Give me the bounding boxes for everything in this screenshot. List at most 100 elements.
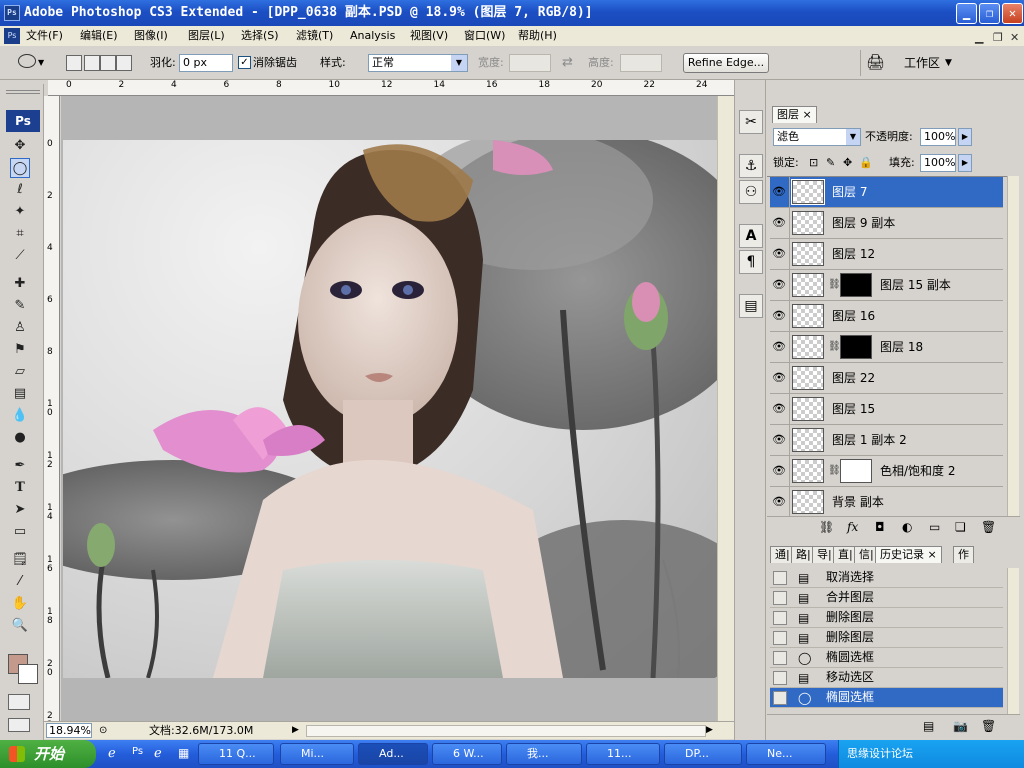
- crop-tool-icon[interactable]: ⌗: [10, 224, 30, 244]
- menu-image[interactable]: 图像(I): [134, 26, 168, 46]
- layer-thumbnail[interactable]: [792, 242, 824, 266]
- gradient-tool-icon[interactable]: ▤: [10, 384, 30, 404]
- layer-thumbnail[interactable]: [792, 335, 824, 359]
- document-icon[interactable]: Ps: [4, 28, 20, 44]
- eye-icon[interactable]: 👁: [772, 341, 786, 353]
- add-selection-icon[interactable]: [84, 55, 100, 71]
- history-source-checkbox[interactable]: [773, 691, 787, 705]
- lasso-tool-icon[interactable]: ℓ: [10, 180, 30, 200]
- history-source-checkbox[interactable]: [773, 651, 787, 665]
- brushes-icon[interactable]: ⚓: [739, 154, 763, 178]
- blend-mode-select[interactable]: 滤色 ▼: [773, 128, 861, 146]
- layer-thumbnail[interactable]: [792, 273, 824, 297]
- eye-icon[interactable]: 👁: [772, 279, 786, 291]
- eraser-tool-icon[interactable]: ▱: [10, 362, 30, 382]
- layer-row[interactable]: 👁 ⛓ 色相/饱和度 2: [770, 456, 1003, 487]
- hand-tool-icon[interactable]: ✋: [10, 594, 30, 614]
- layer-thumbnail[interactable]: [792, 304, 824, 328]
- layer-thumbnail[interactable]: [791, 179, 825, 205]
- opacity-slider-icon[interactable]: ▶: [958, 128, 972, 146]
- layer-thumbnail[interactable]: [792, 428, 824, 452]
- doc-minimize-button[interactable]: ▁: [975, 28, 983, 48]
- quicklaunch-browser-icon[interactable]: ℯ: [154, 746, 162, 761]
- history-state[interactable]: ▤ 删除图层: [770, 628, 1003, 648]
- workspace-menu[interactable]: 工作区: [904, 54, 940, 72]
- menu-window[interactable]: 窗口(W): [464, 26, 505, 46]
- paragraph-panel-icon[interactable]: ¶: [739, 250, 763, 274]
- eyedropper-icon[interactable]: ⁄: [10, 572, 30, 592]
- link-layers-icon[interactable]: ⛓: [819, 517, 834, 537]
- new-document-from-state-icon[interactable]: ▤: [923, 715, 934, 737]
- clone-stamp-icon[interactable]: ♙: [10, 318, 30, 338]
- horizontal-scrollbar[interactable]: [306, 725, 706, 737]
- eye-icon[interactable]: 👁: [772, 496, 786, 508]
- menu-edit[interactable]: 编辑(E): [80, 26, 118, 46]
- scroll-right-icon[interactable]: ▶: [706, 722, 713, 739]
- history-source-checkbox[interactable]: [773, 631, 787, 645]
- layer-style-icon[interactable]: fx: [847, 517, 858, 537]
- intersect-selection-icon[interactable]: [116, 55, 132, 71]
- screen-mode-icon[interactable]: [8, 718, 30, 732]
- layer-mask-thumbnail[interactable]: [840, 273, 872, 297]
- taskbar-button[interactable]: 6 W...: [432, 743, 502, 765]
- layer-mask-thumbnail[interactable]: [840, 459, 872, 483]
- document-image[interactable]: [63, 140, 717, 678]
- canvas-vertical-scrollbar[interactable]: [717, 96, 734, 721]
- width-input[interactable]: [509, 54, 551, 72]
- fill-input[interactable]: 100%: [920, 154, 956, 172]
- taskbar-button[interactable]: Ne...: [746, 743, 826, 765]
- layers-scrollbar[interactable]: [1007, 176, 1019, 516]
- pen-tool-icon[interactable]: ✒: [10, 456, 30, 476]
- tab-历史记录[interactable]: 历史记录 ×: [875, 546, 942, 563]
- healing-brush-icon[interactable]: ✚: [10, 274, 30, 294]
- taskbar-button[interactable]: 11...: [586, 743, 660, 765]
- snapshot-icon[interactable]: 📷: [953, 715, 968, 737]
- opacity-input[interactable]: 100%: [920, 128, 956, 146]
- layer-thumbnail[interactable]: [792, 459, 824, 483]
- swap-icon[interactable]: ⇄: [562, 55, 573, 70]
- eye-icon[interactable]: 👁: [772, 372, 786, 384]
- layer-row[interactable]: 👁 图层 1 副本 2: [770, 425, 1003, 456]
- antialias-checkbox[interactable]: ✓: [238, 56, 251, 69]
- file-browser-icon[interactable]: 🖨: [866, 53, 885, 71]
- tool-presets-icon[interactable]: ✂: [739, 110, 763, 134]
- brush-tool-icon[interactable]: ✎: [10, 296, 30, 316]
- zoom-field[interactable]: 18.94%: [46, 723, 92, 738]
- tab-layers[interactable]: 图层 ×: [772, 106, 817, 123]
- link-icon[interactable]: ⛓: [828, 279, 841, 290]
- shape-tool-icon[interactable]: ▭: [10, 522, 30, 542]
- workspace-chevron-icon[interactable]: ▼: [945, 58, 952, 68]
- history-source-checkbox[interactable]: [773, 591, 787, 605]
- menu-layer[interactable]: 图层(L): [188, 26, 225, 46]
- marquee-tool-icon[interactable]: ◯: [10, 158, 30, 178]
- lock-image-icon[interactable]: ✎: [826, 156, 835, 169]
- start-button[interactable]: 开始: [0, 740, 96, 768]
- path-selection-icon[interactable]: ➤: [10, 500, 30, 520]
- eye-icon[interactable]: 👁: [772, 465, 786, 477]
- quicklaunch-ps-icon[interactable]: Ps: [132, 746, 143, 757]
- background-color-swatch[interactable]: [18, 664, 38, 684]
- history-source-checkbox[interactable]: [773, 671, 787, 685]
- doc-close-button[interactable]: ✕: [1010, 28, 1019, 48]
- character-panel-icon[interactable]: A: [739, 224, 763, 248]
- layer-row[interactable]: 👁 图层 15: [770, 394, 1003, 425]
- layer-row[interactable]: 👁 ⛓ 图层 18: [770, 332, 1003, 363]
- history-source-checkbox[interactable]: [773, 611, 787, 625]
- slice-tool-icon[interactable]: ⟋: [10, 246, 30, 266]
- quicklaunch-ie-icon[interactable]: ℯ: [108, 746, 116, 761]
- tool-preset-arrow-icon[interactable]: ▼: [38, 58, 44, 67]
- type-tool-icon[interactable]: T: [10, 478, 30, 498]
- history-scrollbar[interactable]: [1007, 568, 1019, 714]
- notes-tool-icon[interactable]: 🗒: [10, 550, 30, 570]
- eye-icon[interactable]: 👁: [772, 186, 786, 198]
- taskbar-button[interactable]: 11 Q...: [198, 743, 274, 765]
- status-menu-icon[interactable]: ⊙: [99, 722, 107, 739]
- menu-filter[interactable]: 滤镜(T): [296, 26, 333, 46]
- lock-all-icon[interactable]: 🔒: [859, 156, 873, 169]
- layer-row[interactable]: 👁 图层 9 副本: [770, 208, 1003, 239]
- adjustment-layer-icon[interactable]: ◐: [902, 517, 912, 537]
- history-state[interactable]: ▤ 合并图层: [770, 588, 1003, 608]
- history-state[interactable]: ◯ 椭圆选框: [770, 648, 1003, 668]
- ellipse-marquee-icon[interactable]: [18, 54, 36, 68]
- eye-icon[interactable]: 👁: [772, 248, 786, 260]
